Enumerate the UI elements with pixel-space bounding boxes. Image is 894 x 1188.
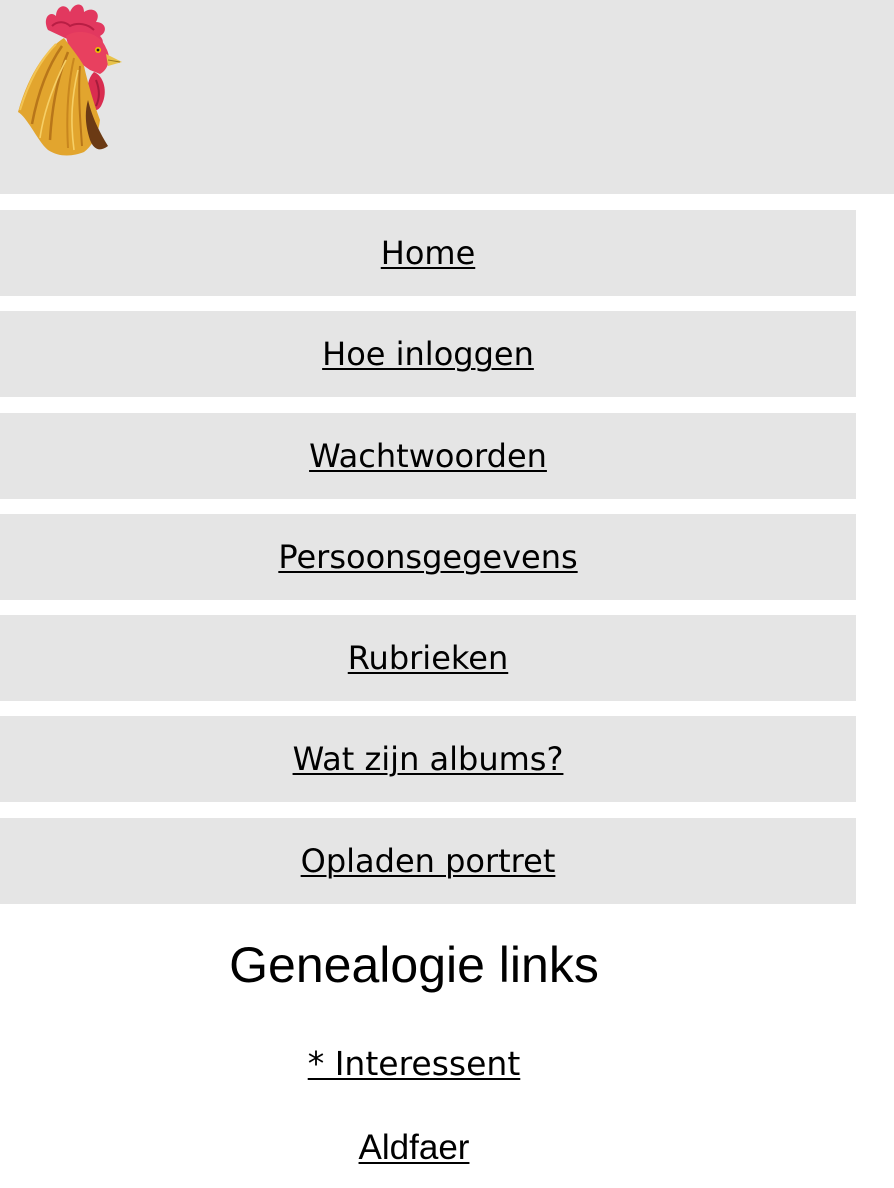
nav-link-albums[interactable]: Wat zijn albums? xyxy=(293,740,564,778)
nav-link-home[interactable]: Home xyxy=(381,234,476,272)
nav-link-rubrieken[interactable]: Rubrieken xyxy=(348,639,508,677)
nav-item-opladen-portret: Opladen portret xyxy=(0,817,856,904)
nav-item-albums: Wat zijn albums? xyxy=(0,716,856,803)
nav-item-home: Home xyxy=(0,210,856,296)
genealogy-links-heading: Genealogie links xyxy=(229,937,599,993)
nav-link-wachtwoorden[interactable]: Wachtwoorden xyxy=(309,437,547,475)
genealogy-links-list: * Interessent Aldfaer xyxy=(0,1040,828,1188)
list-item: Aldfaer xyxy=(0,1124,828,1188)
main-nav: Home Hoe inloggen Wachtwoorden Persoonsg… xyxy=(0,210,856,919)
nav-item-rubrieken: Rubrieken xyxy=(0,615,856,702)
nav-item-hoe-inloggen: Hoe inloggen xyxy=(0,311,856,398)
nav-item-persoonsgegevens: Persoonsgegevens xyxy=(0,513,856,600)
list-item: * Interessent xyxy=(0,1040,828,1124)
nav-item-wachtwoorden: Wachtwoorden xyxy=(0,412,856,499)
nav-link-persoonsgegevens[interactable]: Persoonsgegevens xyxy=(278,538,577,576)
rooster-head-icon xyxy=(18,4,122,156)
link-aldfaer[interactable]: Aldfaer xyxy=(359,1128,470,1167)
link-interessent[interactable]: * Interessent xyxy=(308,1044,521,1083)
nav-link-hoe-inloggen[interactable]: Hoe inloggen xyxy=(322,335,534,373)
nav-link-opladen-portret[interactable]: Opladen portret xyxy=(301,842,556,880)
site-header xyxy=(0,0,894,194)
